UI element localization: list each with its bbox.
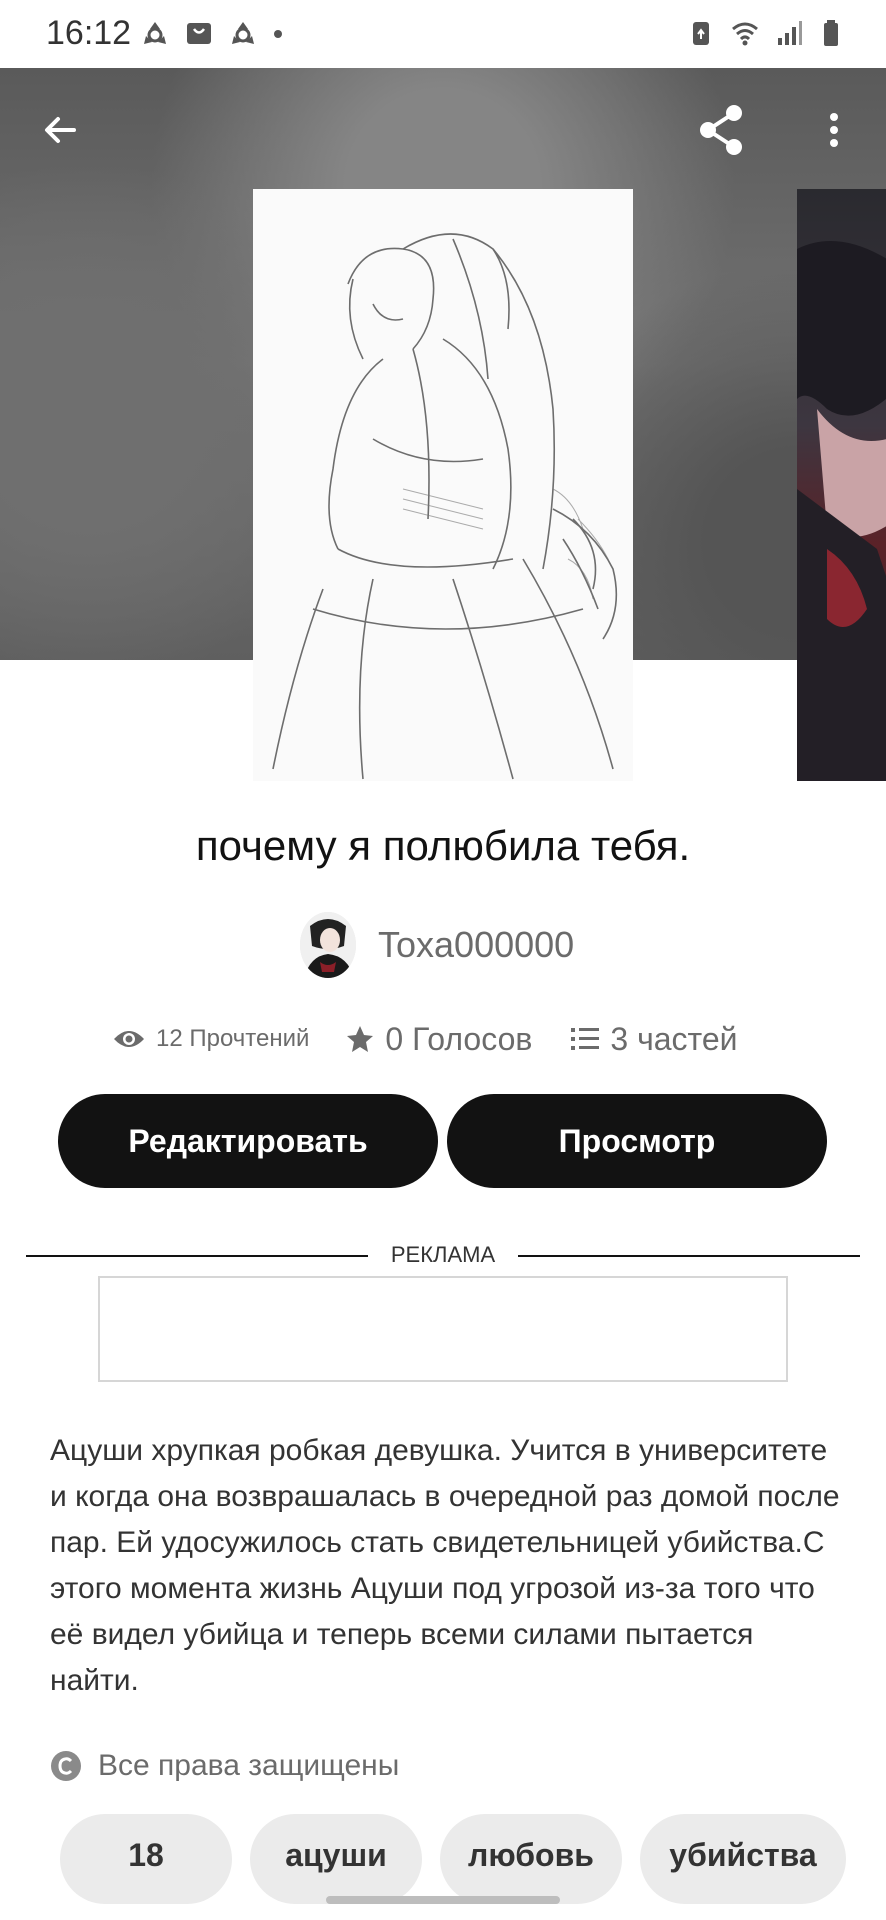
tag-chip[interactable]: 18 xyxy=(60,1814,232,1904)
home-indicator[interactable] xyxy=(326,1896,560,1904)
copyright-text: Все права защищены xyxy=(98,1749,400,1782)
shopping-bag-icon xyxy=(187,23,211,44)
status-left-icons xyxy=(140,18,284,48)
cover-image[interactable] xyxy=(253,189,633,781)
recycle-icon xyxy=(232,22,254,44)
reads-count: 12 Прочтений xyxy=(156,1025,310,1052)
view-button[interactable]: Просмотр xyxy=(447,1094,827,1188)
star-icon xyxy=(347,1026,374,1052)
list-icon xyxy=(571,1028,600,1050)
tags-row: 18 ацуши любовь убийства xyxy=(60,1814,846,1904)
ad-banner[interactable] xyxy=(98,1276,788,1382)
author-name: Toxa000000 xyxy=(378,924,575,965)
dot-icon xyxy=(274,30,282,38)
tag-chip[interactable]: ацуши xyxy=(250,1814,422,1904)
copyright-row: Все права защищены xyxy=(50,1746,399,1786)
story-description: Ацуши хрупкая робкая девушка. Учится в у… xyxy=(50,1434,840,1697)
ad-divider: РЕКЛАМА xyxy=(26,1240,860,1272)
author-link[interactable]: Toxa000000 xyxy=(300,910,574,980)
status-time: 16:12 xyxy=(46,14,132,52)
share-button[interactable] xyxy=(690,98,754,162)
battery-icon xyxy=(824,20,838,46)
tag-chip[interactable]: убийства xyxy=(640,1814,846,1904)
next-cover-image[interactable] xyxy=(797,189,886,781)
share-icon xyxy=(700,105,742,155)
recycle-icon xyxy=(144,22,166,44)
tag-chip[interactable]: любовь xyxy=(440,1814,622,1904)
votes-count: 0 Голосов xyxy=(385,1020,533,1057)
more-vertical-icon xyxy=(830,113,838,147)
status-right-icons xyxy=(686,18,848,48)
arrow-left-icon xyxy=(45,117,76,143)
story-title: почему я полюбила тебя. xyxy=(195,822,691,869)
back-button[interactable] xyxy=(28,98,92,162)
ad-label: РЕКЛАМА xyxy=(390,1242,496,1267)
parts-count: 3 частей xyxy=(610,1020,738,1057)
next-cover-illustration xyxy=(797,241,886,781)
story-stats: 12 Прочтений 0 Голосов 3 частей xyxy=(112,1016,738,1062)
cover-illustration xyxy=(253,189,633,781)
more-options-button[interactable] xyxy=(802,98,866,162)
parts-stat: 3 частей xyxy=(570,1020,738,1058)
avatar xyxy=(300,912,356,978)
avatar-image xyxy=(300,912,356,978)
wifi-icon xyxy=(732,22,758,46)
signal-icon xyxy=(778,21,802,45)
edit-button[interactable]: Редактировать xyxy=(58,1094,438,1188)
reads-stat: 12 Прочтений xyxy=(112,1025,309,1053)
battery-saver-icon xyxy=(693,22,709,45)
eye-icon xyxy=(114,1031,144,1047)
status-bar: 16:12 xyxy=(0,0,886,68)
votes-stat: 0 Голосов xyxy=(345,1021,532,1058)
copyright-icon xyxy=(51,1751,81,1781)
